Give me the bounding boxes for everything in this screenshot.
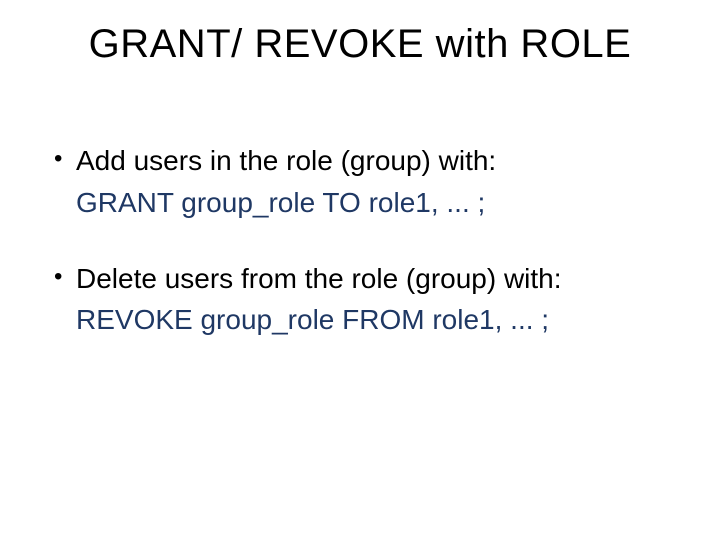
- sql-code: GRANT group_role TO role1, ... ;: [76, 187, 485, 218]
- sql-code: REVOKE group_role FROM role1, ... ;: [76, 304, 549, 335]
- bullet-item: • Delete users from the role (group) wit…: [54, 260, 666, 298]
- code-line: GRANT group_role TO role1, ... ;: [54, 184, 666, 222]
- bullet-text: Add users in the role (group) with:: [76, 142, 666, 180]
- slide-body: • Add users in the role (group) with: GR…: [54, 142, 666, 343]
- slide: GRANT/ REVOKE with ROLE • Add users in t…: [0, 0, 720, 540]
- code-line: REVOKE group_role FROM role1, ... ;: [54, 301, 666, 339]
- bullet-dot-icon: •: [54, 142, 76, 177]
- bullet-text: Delete users from the role (group) with:: [76, 260, 666, 298]
- bullet-dot-icon: •: [54, 260, 76, 295]
- paragraph-gap: [54, 226, 666, 260]
- bullet-item: • Add users in the role (group) with:: [54, 142, 666, 180]
- slide-title: GRANT/ REVOKE with ROLE: [0, 22, 720, 67]
